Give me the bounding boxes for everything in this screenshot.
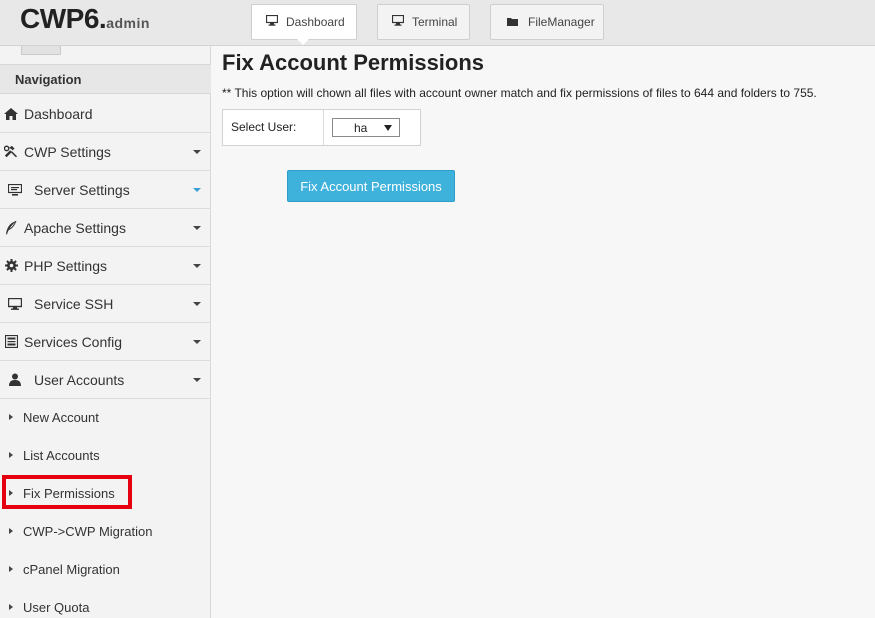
hdd-icon <box>4 335 18 348</box>
sidebar-subitem-list-accounts[interactable]: List Accounts <box>0 436 211 474</box>
sidebar-item-services-config[interactable]: Services Config <box>0 323 211 361</box>
sidebar-subitem-label: User Quota <box>23 599 90 615</box>
sidebar-subitem-cpanel-migration[interactable]: cPanel Migration <box>0 550 211 588</box>
sidebar-subitem-user-quota[interactable]: User Quota <box>0 588 211 618</box>
top-bar: CWP6.admin Dashboard Terminal FileManage… <box>0 0 875 46</box>
chevron-down-icon <box>193 188 201 192</box>
user-select-value: ha <box>354 121 368 135</box>
user-icon <box>8 373 22 386</box>
chevron-down-icon <box>193 302 201 306</box>
chevron-down-icon <box>193 226 201 230</box>
tab-filemanager[interactable]: FileManager <box>490 4 604 40</box>
monitor-icon <box>8 297 22 310</box>
sidebar-item-label: PHP Settings <box>24 257 108 274</box>
sidebar-subitem-label: List Accounts <box>23 447 100 463</box>
sidebar-item-label: Dashboard <box>24 105 93 122</box>
folder-icon <box>507 15 518 29</box>
chevron-down-icon <box>193 150 201 154</box>
tab-dashboard[interactable]: Dashboard <box>251 4 357 45</box>
sidebar-subitem-new-account[interactable]: New Account <box>0 398 211 436</box>
sidebar-item-label: Service SSH <box>34 295 114 312</box>
chevron-down-icon <box>193 264 201 268</box>
tools-icon <box>4 145 18 158</box>
active-tab-pointer <box>297 39 309 45</box>
sidebar-item-label: Apache Settings <box>24 219 126 236</box>
sidebar-item-dashboard[interactable]: Dashboard <box>0 95 211 133</box>
select-user-form: Select User: ha <box>222 109 421 146</box>
fix-permissions-button[interactable]: Fix Account Permissions <box>287 170 455 202</box>
sidebar-item-label: Services Config <box>24 333 123 350</box>
form-divider <box>323 110 324 145</box>
home-icon <box>4 107 18 120</box>
caret-right-icon <box>9 414 13 420</box>
sidebar-subitem-label: cPanel Migration <box>23 561 120 577</box>
page-title: Fix Account Permissions <box>222 50 485 75</box>
caret-right-icon <box>9 452 13 458</box>
chevron-down-icon <box>384 125 392 131</box>
sidebar-subitem-label: New Account <box>23 409 99 425</box>
highlight-box <box>2 475 132 509</box>
tab-label: FileManager <box>528 15 595 29</box>
sidebar: Navigation Dashboard CWP Settings Server… <box>0 46 211 618</box>
logo-sub-text: admin <box>106 15 150 31</box>
nav-header: Navigation <box>0 64 211 94</box>
sidebar-collapse-button[interactable] <box>21 46 61 55</box>
server-icon <box>8 183 22 196</box>
chevron-down-icon <box>193 340 201 344</box>
sidebar-item-php-settings[interactable]: PHP Settings <box>0 247 211 285</box>
feather-icon <box>4 220 18 235</box>
sidebar-item-label: User Accounts <box>34 371 125 388</box>
sidebar-item-server-settings[interactable]: Server Settings <box>0 171 211 209</box>
tab-label: Terminal <box>412 15 458 29</box>
caret-right-icon <box>9 528 13 534</box>
sidebar-item-cwp-settings[interactable]: CWP Settings <box>0 133 211 171</box>
logo[interactable]: CWP6.admin <box>20 3 150 35</box>
sidebar-subitem-label: CWP->CWP Migration <box>23 523 153 539</box>
sidebar-subitem-cwp-migration[interactable]: CWP->CWP Migration <box>0 512 211 550</box>
gear-icon <box>4 259 18 272</box>
tab-label: Dashboard <box>286 15 345 29</box>
user-select[interactable]: ha <box>332 118 400 137</box>
tab-terminal[interactable]: Terminal <box>377 4 470 40</box>
sidebar-item-label: CWP Settings <box>24 143 111 160</box>
caret-right-icon <box>9 604 13 610</box>
monitor-icon <box>265 14 279 29</box>
monitor-icon <box>391 14 405 29</box>
chevron-down-icon <box>193 378 201 382</box>
sidebar-item-service-ssh[interactable]: Service SSH <box>0 285 211 323</box>
caret-right-icon <box>9 566 13 572</box>
select-user-label: Select User: <box>231 120 297 134</box>
sidebar-item-label: Server Settings <box>34 181 130 198</box>
sidebar-item-user-accounts[interactable]: User Accounts <box>0 361 211 399</box>
page-description: ** This option will chown all files with… <box>222 86 817 100</box>
sidebar-item-apache-settings[interactable]: Apache Settings <box>0 209 211 247</box>
logo-main-text: CWP6. <box>20 3 107 34</box>
